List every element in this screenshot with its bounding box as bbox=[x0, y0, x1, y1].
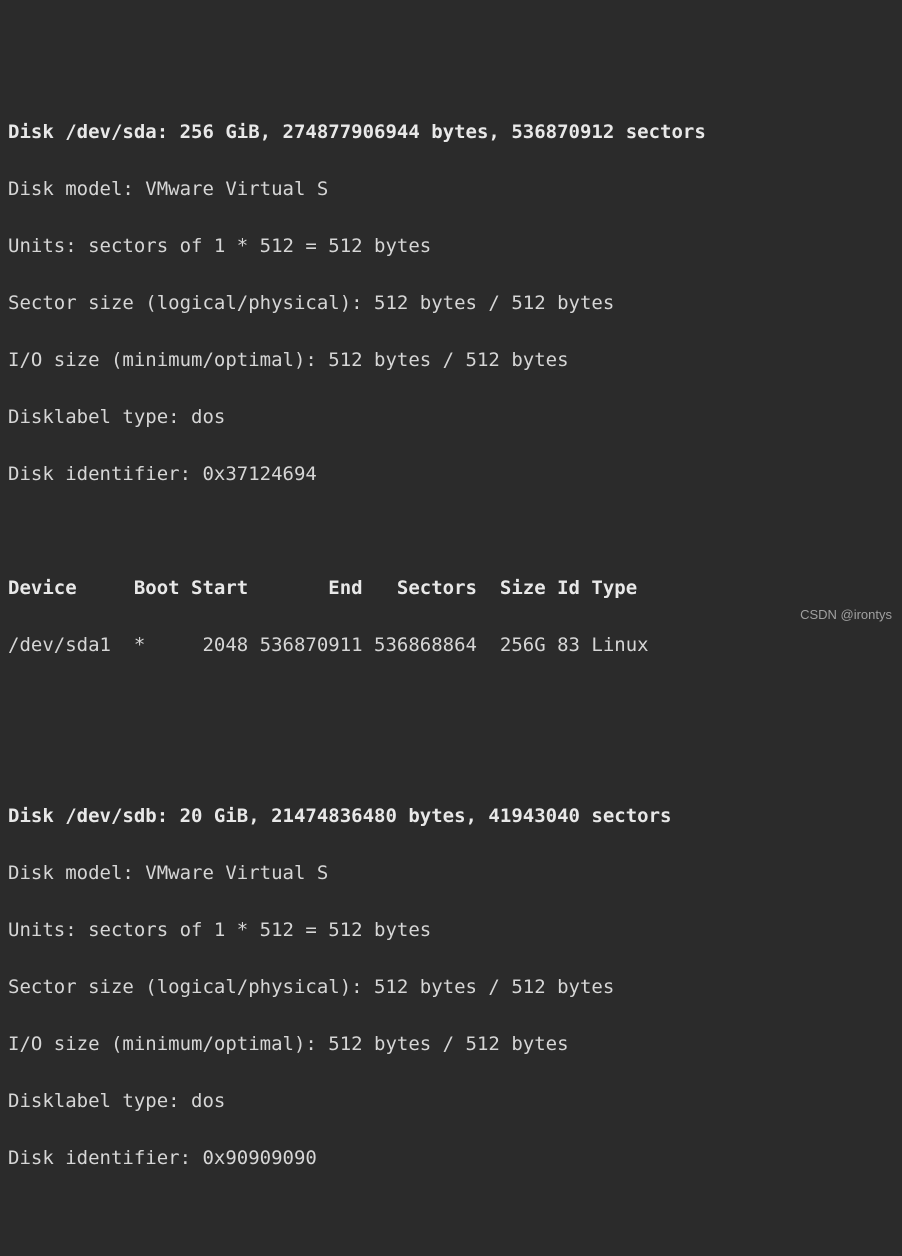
disk-sdb-sector-size: Sector size (logical/physical): 512 byte… bbox=[8, 973, 894, 1002]
blank-line bbox=[8, 745, 894, 774]
disk-sdb-label-type: Disklabel type: dos bbox=[8, 1087, 894, 1116]
disk-sda-model: Disk model: VMware Virtual S bbox=[8, 175, 894, 204]
disk-sda-label-type: Disklabel type: dos bbox=[8, 403, 894, 432]
partition-table-header-sda: Device Boot Start End Sectors Size Id Ty… bbox=[8, 574, 894, 603]
disk-sda-io-size: I/O size (minimum/optimal): 512 bytes / … bbox=[8, 346, 894, 375]
disk-sdb-identifier: Disk identifier: 0x90909090 bbox=[8, 1144, 894, 1173]
blank-line bbox=[8, 517, 894, 546]
blank-line bbox=[8, 1201, 894, 1230]
disk-sdb-io-size: I/O size (minimum/optimal): 512 bytes / … bbox=[8, 1030, 894, 1059]
watermark: CSDN @irontys bbox=[800, 605, 892, 625]
disk-sda-sector-size: Sector size (logical/physical): 512 byte… bbox=[8, 289, 894, 318]
blank-line bbox=[8, 688, 894, 717]
disk-sda-header-cutoff: Disk /dev/sda: 256 GiB, 274877906944 byt… bbox=[8, 118, 894, 147]
disk-sda-identifier: Disk identifier: 0x37124694 bbox=[8, 460, 894, 489]
disk-sdb-model: Disk model: VMware Virtual S bbox=[8, 859, 894, 888]
disk-sdb-header: Disk /dev/sdb: 20 GiB, 21474836480 bytes… bbox=[8, 802, 894, 831]
partition-row-sda1: /dev/sda1 * 2048 536870911 536868864 256… bbox=[8, 631, 894, 660]
disk-sda-units: Units: sectors of 1 * 512 = 512 bytes bbox=[8, 232, 894, 261]
disk-sdb-units: Units: sectors of 1 * 512 = 512 bytes bbox=[8, 916, 894, 945]
